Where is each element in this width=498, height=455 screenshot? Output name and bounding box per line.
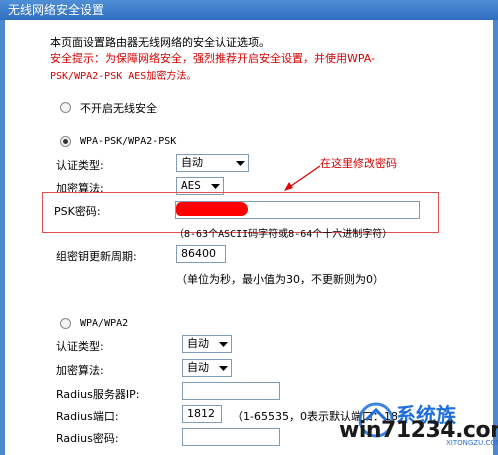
- wpa-psk-label: WPA-PSK/WPA2-PSK: [80, 136, 177, 147]
- group-key-renew-hint: （单位为秒，最小值为30，不更新则为0）: [176, 273, 384, 286]
- window-title: 无线网络安全设置: [0, 0, 498, 20]
- frame-right: [493, 20, 498, 455]
- chevron-down-icon: [231, 155, 248, 171]
- security-tip-line2: PSK/WPA2-PSK AES加密方法。: [50, 71, 197, 82]
- wpa-auth-type-select[interactable]: 自动: [182, 335, 232, 353]
- wpa-label: WPA/WPA2: [80, 318, 129, 329]
- wpa-encryption-value: 自动: [187, 361, 209, 374]
- wpa-encryption-select[interactable]: 自动: [182, 359, 232, 377]
- radius-port-label: Radius端口:: [56, 410, 119, 423]
- group-key-renew-label: 组密钥更新周期:: [56, 250, 137, 263]
- radius-ip-input[interactable]: [182, 382, 280, 400]
- radius-password-label: Radius密码:: [56, 432, 119, 445]
- wpa-psk-radio[interactable]: [60, 136, 71, 147]
- annotation-text: 在这里修改密码: [320, 157, 397, 170]
- security-tip-line1: 安全提示：为保障网络安全，强烈推荐开启安全设置，并使用WPA-: [50, 52, 376, 65]
- wpa-radio[interactable]: [60, 318, 71, 329]
- psk-auth-type-select[interactable]: 自动: [176, 154, 249, 172]
- frame-left: [0, 20, 5, 455]
- psk-password-hint: （8-63个ASCII码字符或8-64个十六进制字符）: [174, 229, 393, 240]
- annotation-arrow-icon: [284, 165, 321, 191]
- no-security-label: 不开启无线安全: [80, 102, 157, 115]
- psk-auth-type-value: 自动: [181, 156, 203, 169]
- psk-password-label: PSK密码:: [54, 205, 101, 218]
- chevron-down-icon: [214, 336, 231, 352]
- radius-password-input[interactable]: [182, 428, 280, 446]
- group-key-renew-input[interactable]: 86400: [176, 245, 226, 263]
- chevron-down-icon: [214, 360, 231, 376]
- redaction-mark: [176, 202, 248, 216]
- wpa-auth-type-value: 自动: [187, 337, 209, 350]
- wpa-auth-type-label: 认证类型:: [56, 340, 104, 353]
- watermark-small: XITONGZU.COM: [446, 439, 498, 447]
- intro-text: 本页面设置路由器无线网络的安全认证选项。: [50, 36, 270, 49]
- psk-auth-type-label: 认证类型:: [56, 159, 104, 172]
- no-security-radio[interactable]: [60, 102, 71, 113]
- wpa-encryption-label: 加密算法:: [56, 364, 104, 377]
- radius-ip-label: Radius服务器IP:: [56, 388, 140, 401]
- psk-encryption-value: AES: [181, 179, 201, 192]
- radius-port-input[interactable]: 1812: [182, 405, 222, 423]
